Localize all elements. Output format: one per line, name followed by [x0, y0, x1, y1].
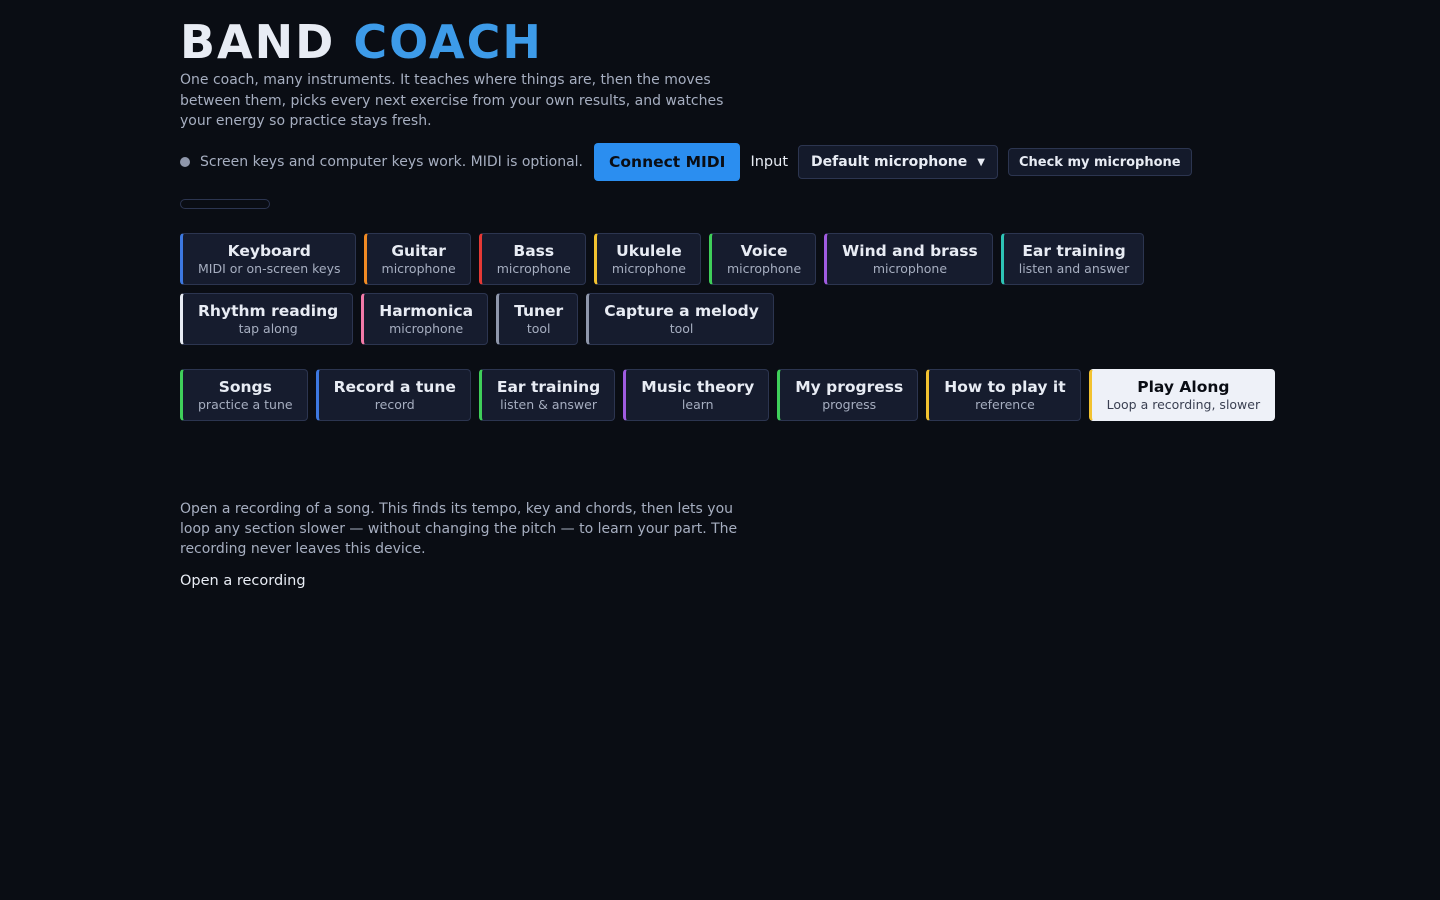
- title-word-coach: COACH: [353, 15, 543, 69]
- input-select-value: Default microphone: [811, 154, 968, 170]
- instrument-card-sublabel: microphone: [611, 261, 686, 276]
- tab-my-progress[interactable]: My progress progress: [777, 369, 919, 421]
- instrument-card-harmonica[interactable]: Harmonica microphone: [361, 293, 489, 345]
- tab-sublabel: progress: [822, 397, 877, 412]
- tab-sublabel: learn: [681, 397, 714, 412]
- instrument-card-label: Bass: [513, 242, 555, 260]
- instrument-card-label: Harmonica: [379, 302, 474, 320]
- instrument-card-sublabel: microphone: [727, 261, 802, 276]
- instrument-card-rhythm-reading[interactable]: Rhythm reading tap along: [180, 293, 354, 345]
- intro-text: One coach, many instruments. It teaches …: [180, 72, 724, 129]
- status-bar: Screen keys and computer keys work. MIDI…: [180, 143, 1192, 181]
- instrument-card-label: Rhythm reading: [198, 302, 339, 320]
- tab-label: My progress: [795, 378, 904, 396]
- instrument-row-1: Keyboard MIDI or on-screen keys Guitar micr…: [180, 233, 1145, 285]
- status-dot-icon: [180, 157, 190, 167]
- instrument-card-label: Ukulele: [616, 242, 682, 260]
- instrument-card-sublabel: tap along: [238, 321, 298, 336]
- tab-label: Record a tune: [333, 378, 456, 396]
- tab-sublabel: listen & answer: [500, 397, 597, 412]
- instrument-card-label: Capture a melody: [604, 302, 759, 320]
- tab-label: How to play it: [944, 378, 1066, 396]
- instrument-card-sublabel: tool: [526, 321, 551, 336]
- tab-play-along[interactable]: Play Along Loop a recording, slower: [1088, 369, 1276, 421]
- instrument-card-label: Guitar: [391, 242, 446, 260]
- playalong-description: Open a recording of a song. This finds i…: [180, 501, 738, 557]
- app-title: BAND COACH: [180, 14, 543, 70]
- open-recording-button[interactable]: Open a recording: [180, 573, 306, 589]
- instrument-card-keyboard[interactable]: Keyboard MIDI or on-screen keys: [180, 233, 356, 285]
- instrument-card-sublabel: MIDI or on-screen keys: [198, 261, 341, 276]
- tab-label: Songs: [218, 378, 272, 396]
- instrument-card-label: Tuner: [514, 302, 564, 320]
- tab-sublabel: reference: [975, 397, 1035, 412]
- tab-sublabel: Loop a recording, slower: [1106, 397, 1261, 412]
- instrument-card-sublabel: microphone: [872, 261, 948, 276]
- instrument-card-label: Voice: [740, 242, 788, 260]
- instrument-card-label: Wind and brass: [842, 242, 978, 260]
- tab-label: Music theory: [641, 378, 755, 396]
- instrument-card-sublabel: listen and answer: [1018, 261, 1130, 276]
- instrument-card-guitar[interactable]: Guitar microphone: [363, 233, 471, 285]
- instrument-card-sublabel: microphone: [389, 321, 464, 336]
- tab-music-theory[interactable]: Music theory learn: [623, 369, 770, 421]
- input-select[interactable]: Default microphone ▼: [798, 145, 998, 179]
- connect-midi-button[interactable]: Connect MIDI: [594, 143, 741, 181]
- instrument-card-bass[interactable]: Bass microphone: [478, 233, 586, 285]
- input-label: Input: [750, 154, 788, 170]
- tab-songs[interactable]: Songs practice a tune: [180, 369, 308, 421]
- instrument-row-2: Rhythm reading tap along Harmonica micropho…: [180, 293, 774, 345]
- instrument-card-sublabel: microphone: [381, 261, 456, 276]
- instrument-card-sublabel: microphone: [496, 261, 571, 276]
- input-level-meter: [180, 199, 270, 209]
- tab-label: Play Along: [1137, 378, 1230, 396]
- tab-how-to-play-it[interactable]: How to play it reference: [926, 369, 1081, 421]
- instrument-card-tuner[interactable]: Tuner tool: [496, 293, 579, 345]
- instrument-card-capture-a-melody[interactable]: Capture a melody tool: [586, 293, 774, 345]
- instrument-card-voice[interactable]: Voice microphone: [709, 233, 817, 285]
- check-microphone-button[interactable]: Check my microphone: [1007, 148, 1192, 176]
- title-word-band: BAND: [180, 15, 336, 69]
- instrument-card-ukulele[interactable]: Ukulele microphone: [593, 233, 701, 285]
- instrument-card-ear-training[interactable]: Ear training listen and answer: [1000, 233, 1145, 285]
- tab-record-a-tune[interactable]: Record a tune record: [315, 369, 471, 421]
- tab-ear-training[interactable]: Ear training listen & answer: [478, 369, 616, 421]
- status-text: Screen keys and computer keys work. MIDI…: [200, 154, 584, 170]
- tab-label: Ear training: [496, 378, 601, 396]
- chevron-down-icon: ▼: [977, 156, 985, 168]
- section-tabs: Songs practice a tune Record a tune record E…: [180, 369, 1276, 421]
- instrument-card-label: Ear training: [1022, 242, 1126, 260]
- tab-sublabel: record: [374, 397, 415, 412]
- instrument-card-label: Keyboard: [227, 242, 311, 260]
- tab-sublabel: practice a tune: [198, 397, 293, 412]
- instrument-card-sublabel: tool: [669, 321, 694, 336]
- instrument-card-wind-and-brass[interactable]: Wind and brass microphone: [824, 233, 993, 285]
